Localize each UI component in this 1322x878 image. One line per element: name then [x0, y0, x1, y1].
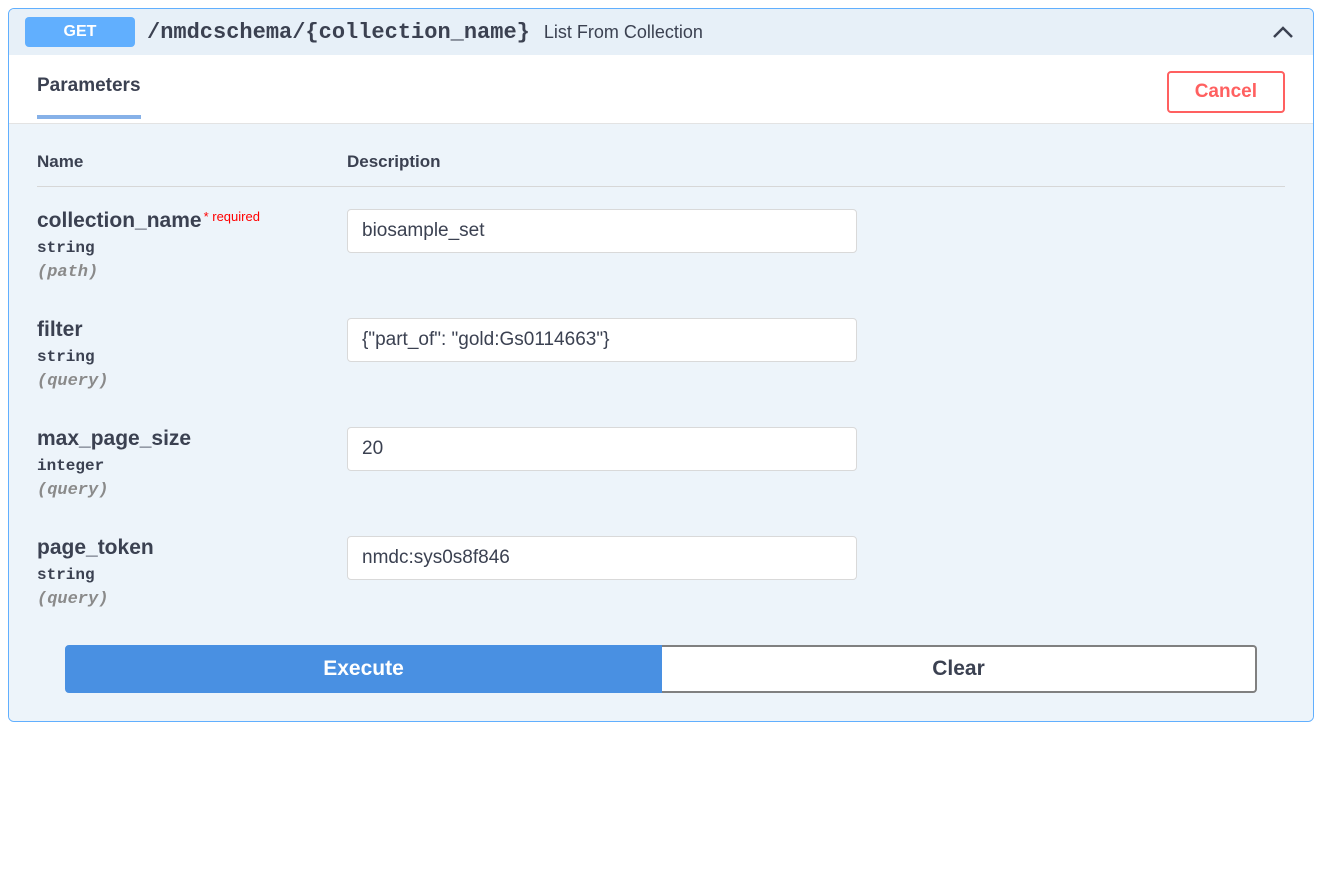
params-table-header: Name Description	[37, 124, 1285, 187]
param-type: string	[37, 566, 347, 584]
param-row-filter: filter string (query)	[37, 318, 1285, 391]
endpoint-summary: List From Collection	[544, 22, 703, 43]
param-row-collection-name: collection_name* required string (path)	[37, 209, 1285, 282]
param-type: integer	[37, 457, 347, 475]
param-row-max-page-size: max_page_size integer (query)	[37, 427, 1285, 500]
parameters-tab-bar: Parameters Cancel	[9, 55, 1313, 124]
column-header-name: Name	[37, 152, 347, 172]
tab-parameters[interactable]: Parameters	[37, 75, 141, 119]
param-in: (query)	[37, 372, 347, 391]
collection-name-input[interactable]	[347, 209, 857, 253]
max-page-size-input[interactable]	[347, 427, 857, 471]
cancel-button[interactable]: Cancel	[1167, 71, 1285, 113]
param-name: page_token	[37, 536, 154, 559]
clear-button[interactable]: Clear	[662, 645, 1257, 693]
operation-header[interactable]: GET /nmdcschema/{collection_name} List F…	[9, 9, 1313, 55]
parameters-body: Name Description collection_name* requir…	[9, 124, 1313, 721]
endpoint-path: /nmdcschema/{collection_name}	[147, 20, 530, 45]
param-name: collection_name	[37, 209, 202, 232]
param-name: filter	[37, 318, 83, 341]
chevron-up-icon[interactable]	[1269, 18, 1297, 46]
action-buttons: Execute Clear	[37, 645, 1285, 693]
param-type: string	[37, 348, 347, 366]
param-required: * required	[204, 209, 260, 224]
filter-input[interactable]	[347, 318, 857, 362]
param-in: (query)	[37, 590, 347, 609]
method-badge: GET	[25, 17, 135, 47]
param-type: string	[37, 239, 347, 257]
param-in: (path)	[37, 263, 347, 282]
column-header-description: Description	[347, 152, 441, 172]
execute-button[interactable]: Execute	[65, 645, 662, 693]
operation-block: GET /nmdcschema/{collection_name} List F…	[8, 8, 1314, 722]
param-in: (query)	[37, 481, 347, 500]
param-row-page-token: page_token string (query)	[37, 536, 1285, 609]
param-name: max_page_size	[37, 427, 191, 450]
page-token-input[interactable]	[347, 536, 857, 580]
